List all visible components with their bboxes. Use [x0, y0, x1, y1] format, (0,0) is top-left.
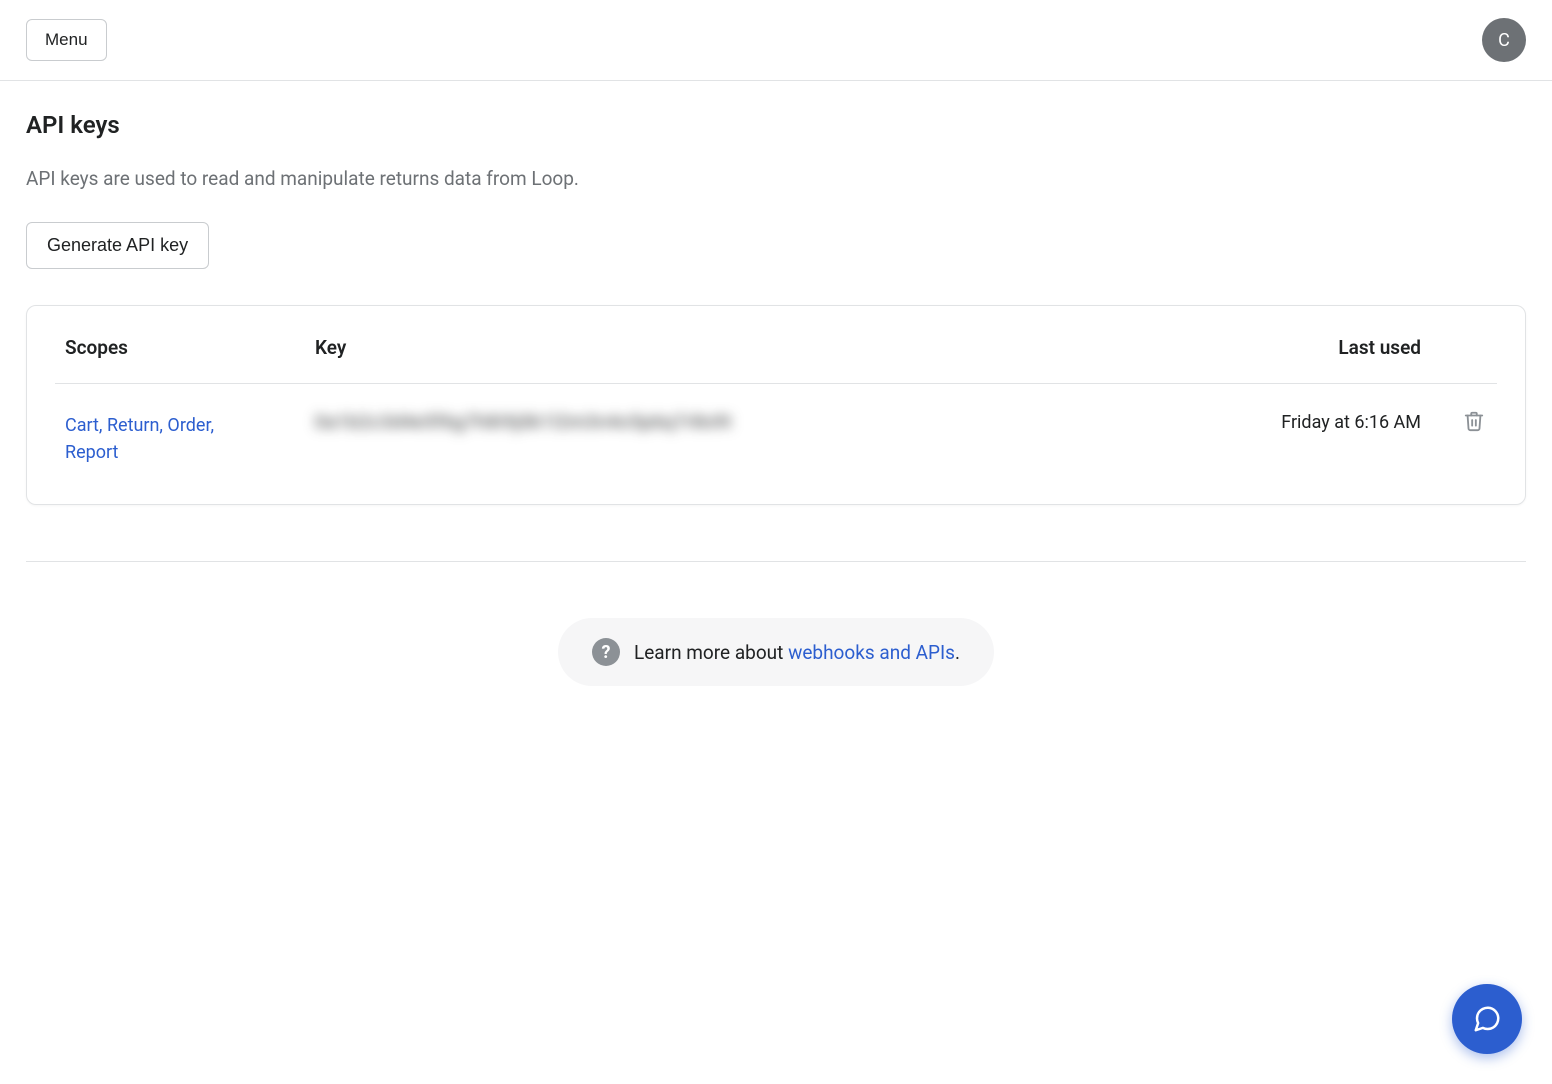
- column-header-key: Key: [285, 336, 1122, 384]
- column-header-last-used: Last used: [1122, 336, 1451, 384]
- divider: [26, 561, 1526, 562]
- api-keys-card: Scopes Key Last used Cart, Return, Order…: [26, 305, 1526, 505]
- avatar[interactable]: C: [1482, 18, 1526, 62]
- scopes-link[interactable]: Cart, Return, Order, Report: [65, 412, 235, 466]
- chat-fab[interactable]: [1452, 984, 1522, 1054]
- help-callout: ? Learn more about webhooks and APIs.: [558, 618, 994, 686]
- page-description: API keys are used to read and manipulate…: [26, 167, 1526, 190]
- chat-icon: [1472, 1004, 1502, 1034]
- api-key-value[interactable]: 0a1b2c3d4e5f6g7h8i9j0k1l2m3n4o5p6q7r8s9t: [315, 412, 732, 433]
- last-used-value: Friday at 6:16 AM: [1122, 384, 1451, 475]
- page-title: API keys: [26, 111, 1526, 139]
- trash-icon: [1463, 410, 1485, 432]
- question-icon: ?: [592, 638, 620, 666]
- delete-key-button[interactable]: [1461, 408, 1487, 434]
- api-keys-table: Scopes Key Last used Cart, Return, Order…: [55, 336, 1497, 474]
- help-text-suffix: .: [955, 641, 960, 664]
- help-text-prefix: Learn more about: [634, 641, 788, 664]
- generate-api-key-button[interactable]: Generate API key: [26, 222, 209, 269]
- column-header-scopes: Scopes: [55, 336, 285, 384]
- menu-button[interactable]: Menu: [26, 19, 107, 61]
- webhooks-apis-link[interactable]: webhooks and APIs: [788, 641, 955, 664]
- table-row: Cart, Return, Order, Report 0a1b2c3d4e5f…: [55, 384, 1497, 475]
